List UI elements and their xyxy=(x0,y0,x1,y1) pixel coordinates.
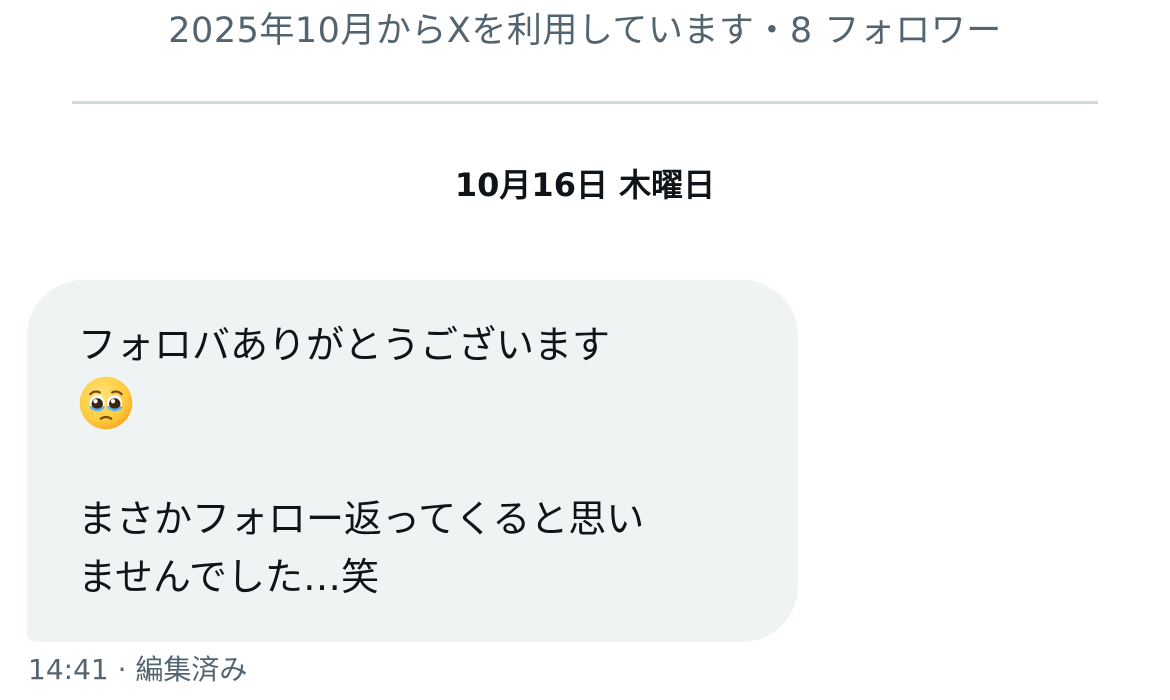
section-divider xyxy=(72,101,1098,104)
pleading-face-icon xyxy=(79,376,133,430)
profile-join-and-followers: 2025年10月からXを利用しています・8 フォロワー xyxy=(168,11,1002,51)
message-metadata: 14:41 · 編集済み xyxy=(28,648,247,692)
conversation-date-header: 10月16日 木曜日 xyxy=(454,166,716,204)
metadata-separator: · xyxy=(108,653,136,686)
message-text-line: まさかフォロー返ってくると思い xyxy=(78,497,645,541)
received-message-bubble[interactable]: フォロバありがとうございます まさかフォロー返ってくると思い ませんでした…笑 xyxy=(27,280,798,642)
edited-status: 編集済み xyxy=(135,653,248,686)
message-timestamp: 14:41 xyxy=(28,653,109,686)
message-emoji-line xyxy=(78,374,758,432)
message-text-line: フォロバありがとうございます xyxy=(78,323,611,367)
message-text-line: ませんでした…笑 xyxy=(78,555,379,599)
